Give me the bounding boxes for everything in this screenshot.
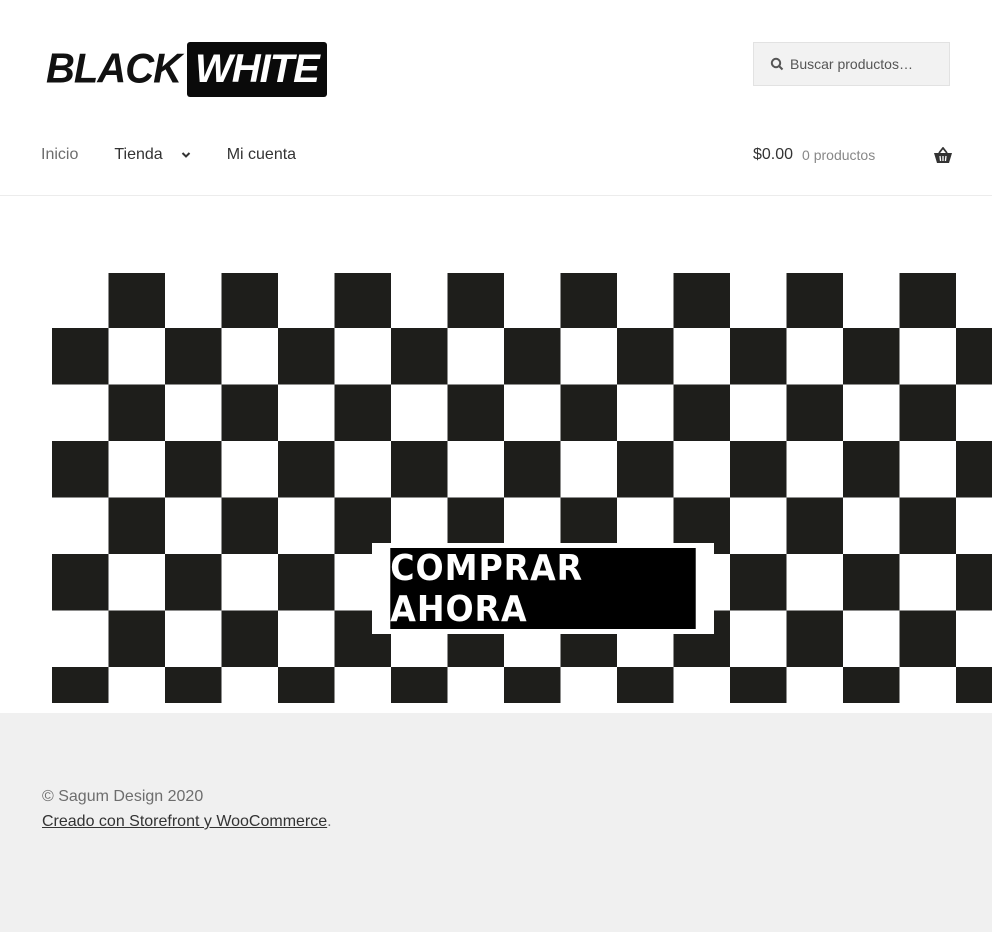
- basket-icon: [934, 147, 952, 163]
- checker-square: [334, 384, 391, 441]
- credit-suffix: .: [327, 813, 332, 830]
- checkerboard-pattern: [52, 273, 992, 703]
- cart-link[interactable]: $0.00 0 productos: [753, 146, 953, 164]
- checker-square: [278, 667, 335, 703]
- checker-square: [278, 441, 335, 498]
- checker-square: [221, 384, 278, 441]
- checker-square: [278, 328, 335, 385]
- checker-square: [221, 497, 278, 554]
- checker-square: [617, 667, 674, 703]
- checker-square: [730, 328, 787, 385]
- checker-square: [165, 554, 222, 611]
- checker-square: [334, 273, 391, 328]
- checker-square: [843, 328, 900, 385]
- logo-word-white: WHITE: [194, 47, 320, 91]
- product-search[interactable]: [753, 42, 950, 86]
- checker-square: [108, 273, 165, 328]
- shop-now-button[interactable]: COMPRAR AHORA: [372, 543, 714, 634]
- nav-item-tienda[interactable]: Tienda: [114, 146, 190, 164]
- checker-square: [108, 384, 165, 441]
- cart-amount: $0.00: [753, 146, 794, 163]
- checker-square: [221, 610, 278, 667]
- search-icon: [770, 57, 784, 71]
- checker-square: [560, 384, 617, 441]
- checker-square: [108, 497, 165, 554]
- checker-square: [278, 554, 335, 611]
- checker-square: [391, 441, 448, 498]
- nav-item-label: Tienda: [114, 146, 163, 163]
- nav-item-inicio[interactable]: Inicio: [41, 146, 78, 164]
- primary-nav: Inicio Tienda Mi cuenta: [41, 146, 332, 164]
- credit-link[interactable]: Creado con Storefront y WooCommerce: [42, 813, 327, 830]
- checker-square: [956, 328, 992, 385]
- nav-item-label: Mi cuenta: [226, 146, 297, 163]
- checker-square: [52, 554, 109, 611]
- checker-square: [391, 328, 448, 385]
- checker-square: [617, 328, 674, 385]
- checker-square: [447, 273, 504, 328]
- checker-square: [504, 441, 561, 498]
- checker-square: [843, 441, 900, 498]
- checker-square: [447, 384, 504, 441]
- logo-word-black: BLACK: [46, 45, 182, 93]
- checker-square: [899, 497, 956, 554]
- credit-line: Creado con Storefront y WooCommerce.: [42, 809, 992, 834]
- checker-square: [956, 667, 992, 703]
- checker-square: [52, 667, 109, 703]
- copyright-text: © Sagum Design 2020: [42, 788, 204, 805]
- checker-square: [617, 441, 674, 498]
- checker-square: [956, 441, 992, 498]
- checker-square: [221, 273, 278, 328]
- checker-square: [843, 554, 900, 611]
- checker-square: [956, 554, 992, 611]
- site-header: BLACK WHITE Inicio Tienda Mi cuenta $0.0…: [0, 0, 992, 196]
- checker-square: [899, 384, 956, 441]
- checker-square: [52, 328, 109, 385]
- checker-square: [165, 667, 222, 703]
- nav-item-mi-cuenta[interactable]: Mi cuenta: [227, 146, 296, 164]
- checker-square: [52, 441, 109, 498]
- checker-square: [165, 328, 222, 385]
- checker-square: [730, 441, 787, 498]
- checker-square: [391, 667, 448, 703]
- checker-square: [165, 441, 222, 498]
- hero-banner: COMPRAR AHORA: [52, 273, 992, 703]
- checker-square: [504, 667, 561, 703]
- checker-square: [786, 610, 843, 667]
- checker-square: [730, 667, 787, 703]
- checker-square: [673, 273, 730, 328]
- logo-word-white-box: WHITE: [186, 41, 327, 97]
- site-footer: © Sagum Design 2020 Creado con Storefron…: [0, 713, 992, 932]
- checker-square: [108, 610, 165, 667]
- site-logo[interactable]: BLACK WHITE: [46, 41, 327, 97]
- checker-square: [730, 554, 787, 611]
- checker-square: [786, 497, 843, 554]
- checker-square: [899, 273, 956, 328]
- nav-item-label: Inicio: [41, 146, 79, 163]
- cart-count: 0 productos: [802, 147, 876, 163]
- checker-square: [560, 273, 617, 328]
- shop-now-label: COMPRAR AHORA: [390, 548, 696, 630]
- checker-square: [786, 384, 843, 441]
- search-input[interactable]: [790, 56, 940, 72]
- checker-square: [843, 667, 900, 703]
- checker-square: [899, 610, 956, 667]
- checker-square: [786, 273, 843, 328]
- chevron-down-icon[interactable]: [181, 150, 191, 160]
- checker-square: [673, 384, 730, 441]
- checker-square: [504, 328, 561, 385]
